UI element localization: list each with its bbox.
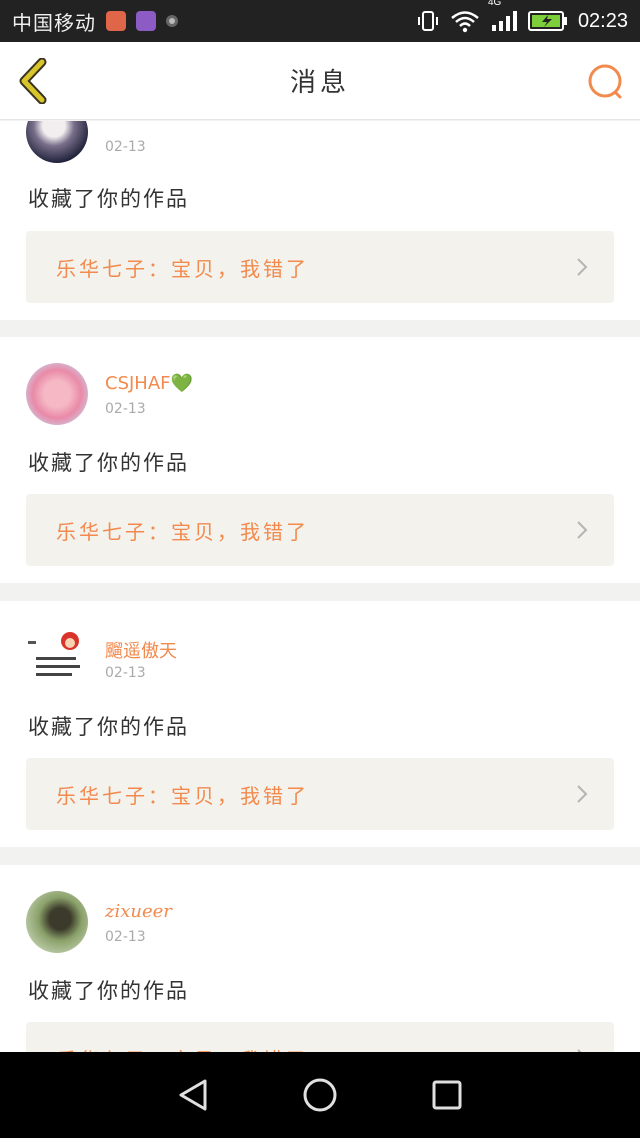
action-text: 收藏了你的作品 (28, 187, 189, 211)
message-date: 02-13 (105, 929, 146, 945)
message-feed[interactable]: 02-13 收藏了你的作品 乐华七子：宝贝，我错了 CSJHAF💚 02-13 … (0, 121, 640, 1052)
search-icon (588, 64, 622, 99)
nav-recents-button[interactable] (427, 1075, 467, 1115)
action-text: 收藏了你的作品 (28, 715, 189, 739)
avatar[interactable] (26, 363, 88, 425)
chevron-right-icon (577, 521, 588, 539)
work-link[interactable]: 乐华七子：宝贝，我错了 (26, 1022, 614, 1052)
message-date: 02-13 (105, 665, 146, 681)
message-card: 02-13 收藏了你的作品 乐华七子：宝贝，我错了 (0, 121, 640, 320)
work-link[interactable]: 乐华七子：宝贝，我错了 (26, 494, 614, 566)
chevron-right-icon (577, 785, 588, 803)
username[interactable]: CSJHAF💚 (105, 373, 193, 394)
chevron-right-icon (577, 258, 588, 276)
work-link[interactable]: 乐华七子：宝贝，我错了 (26, 231, 614, 303)
circle-home-icon (303, 1078, 337, 1112)
status-bar: 中国移动 4G 02:23 (0, 0, 640, 42)
message-card: CSJHAF💚 02-13 收藏了你的作品 乐华七子：宝贝，我错了 (0, 337, 640, 583)
vibrate-icon (416, 9, 440, 33)
battery-charging-icon (527, 10, 568, 32)
message-date: 02-13 (105, 139, 146, 155)
triangle-back-icon (179, 1079, 207, 1111)
carrier-name: 中国移动 (12, 12, 96, 35)
circle-app-icon (166, 15, 178, 27)
app-bar: 消息 (0, 42, 640, 120)
username[interactable]: zixueer (105, 901, 172, 922)
work-title: 乐华七子：宝贝，我错了 (56, 256, 309, 281)
avatar[interactable] (26, 891, 88, 953)
work-link[interactable]: 乐华七子：宝贝，我错了 (26, 758, 614, 830)
nav-back-button[interactable] (173, 1075, 213, 1115)
username[interactable]: 飀遥傲天 (105, 637, 177, 663)
avatar-image (28, 632, 80, 676)
chevron-left-icon (19, 57, 47, 105)
action-text: 收藏了你的作品 (28, 979, 189, 1003)
clock: 02:23 (577, 9, 628, 32)
mail-app-icon (106, 11, 126, 31)
avatar[interactable] (26, 627, 88, 689)
work-title: 乐华七子：宝贝，我错了 (56, 783, 309, 808)
wifi-icon (450, 9, 480, 33)
message-date: 02-13 (105, 401, 146, 417)
search-button[interactable] (586, 62, 626, 102)
back-button[interactable] (14, 57, 54, 105)
avatar[interactable] (26, 121, 88, 163)
message-card: zixueer 02-13 收藏了你的作品 乐华七子：宝贝，我错了 (0, 865, 640, 1052)
square-recents-icon (432, 1080, 462, 1110)
network-type: 4G (487, 0, 502, 8)
page-title: 消息 (289, 68, 350, 98)
work-title: 乐华七子：宝贝，我错了 (56, 519, 309, 544)
system-nav-bar (0, 1052, 640, 1138)
nav-home-button[interactable] (300, 1075, 340, 1115)
signal-icon: 4G (488, 0, 518, 33)
action-text: 收藏了你的作品 (28, 451, 189, 475)
work-title: 乐华七子：宝贝，我错了 (56, 1044, 309, 1053)
message-card: 飀遥傲天 02-13 收藏了你的作品 乐华七子：宝贝，我错了 (0, 601, 640, 847)
gallery-app-icon (136, 11, 156, 31)
